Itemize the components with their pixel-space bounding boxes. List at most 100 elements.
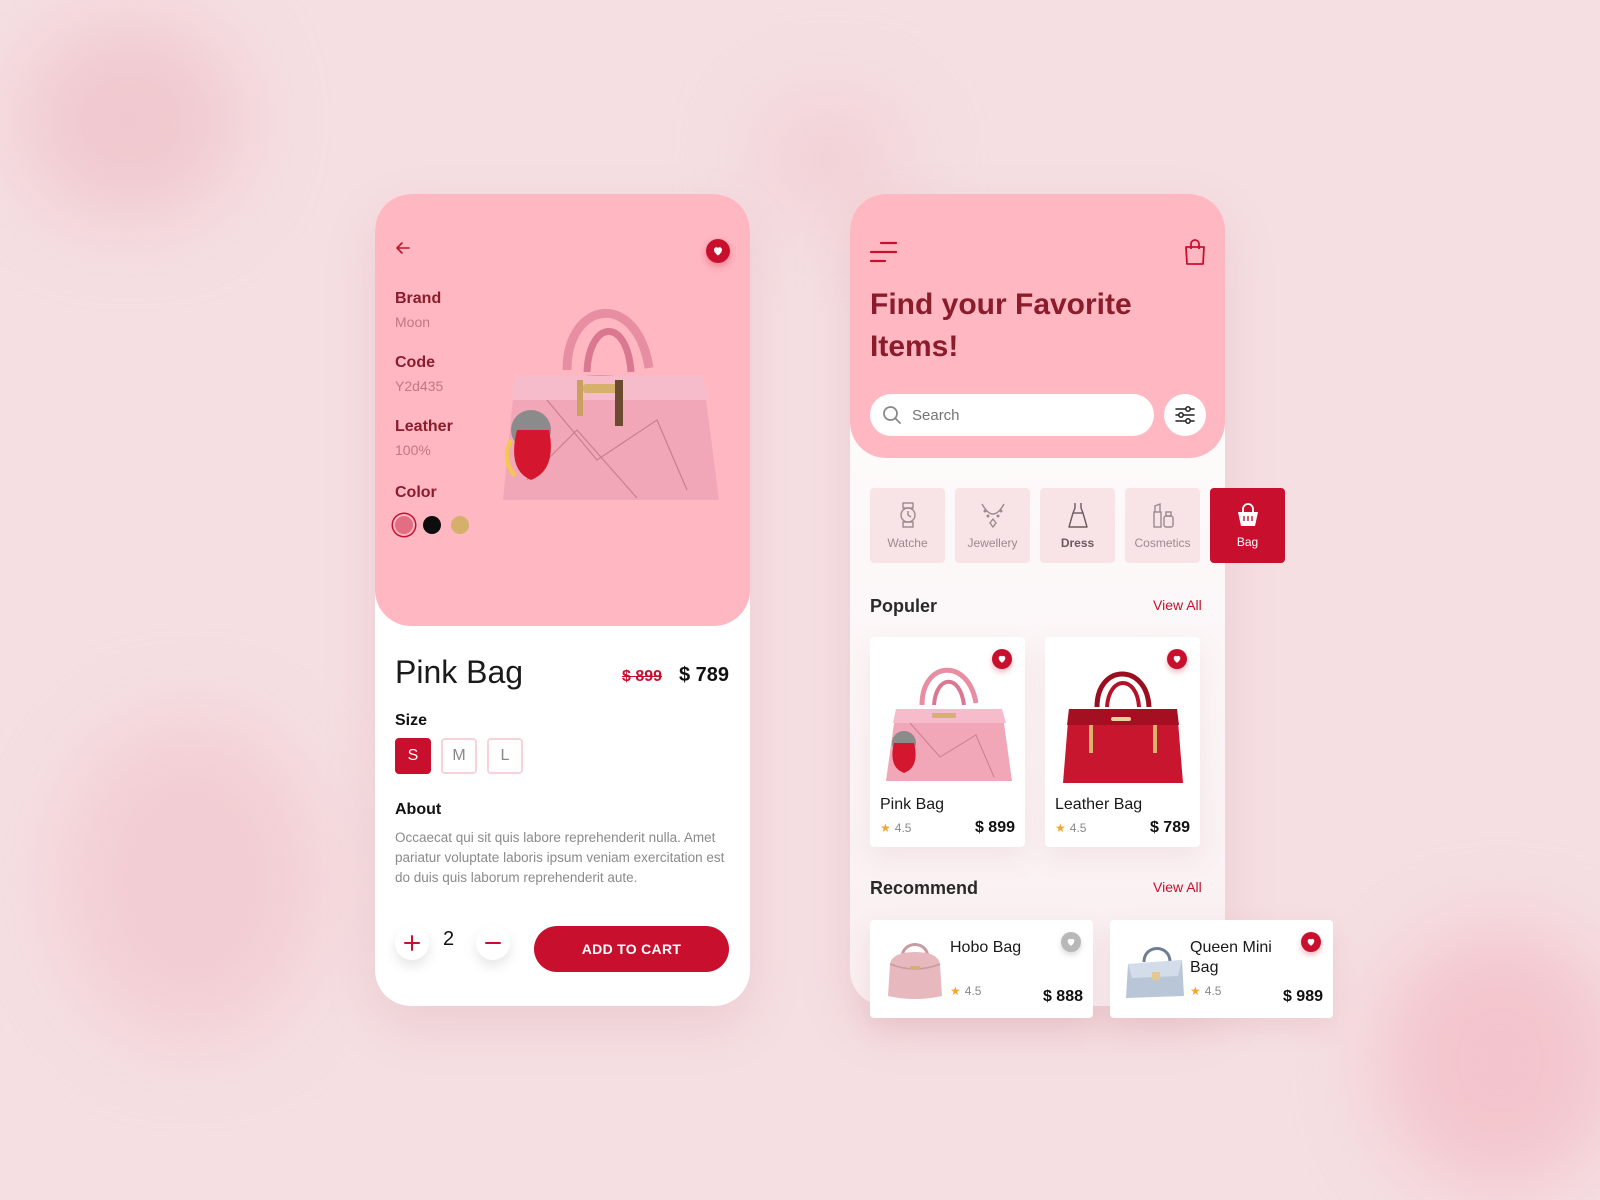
category-dress[interactable]: Dress bbox=[1040, 488, 1115, 563]
category-watch[interactable]: Watche bbox=[870, 488, 945, 563]
queen-mini-bag-image bbox=[1126, 947, 1184, 998]
size-option-m[interactable]: M bbox=[441, 738, 477, 774]
cosmetics-icon bbox=[1152, 502, 1174, 528]
popular-view-all-link[interactable]: View All bbox=[1153, 597, 1202, 613]
category-jewellery[interactable]: Jewellery bbox=[955, 488, 1030, 563]
product-hero: Brand Moon Code Y2d435 Leather 100% Colo… bbox=[375, 194, 750, 626]
code-value: Y2d435 bbox=[395, 378, 444, 394]
leather-label: Leather bbox=[395, 418, 453, 435]
category-bag[interactable]: Bag bbox=[1210, 488, 1285, 563]
star-icon: ★ bbox=[1190, 984, 1201, 998]
background-blob bbox=[60, 720, 320, 1040]
search-bar[interactable] bbox=[870, 394, 1154, 436]
quantity-decrease-button[interactable] bbox=[476, 926, 510, 960]
about-description: Occaecat qui sit quis labore reprehender… bbox=[395, 830, 725, 885]
shopping-bag-icon[interactable] bbox=[1183, 238, 1207, 266]
product-price: $ 888 bbox=[1042, 988, 1083, 1005]
recommend-view-all-link[interactable]: View All bbox=[1153, 879, 1202, 895]
necklace-icon bbox=[980, 503, 1005, 528]
category-label: Bag bbox=[1236, 534, 1259, 549]
quantity-value: 2 bbox=[443, 928, 455, 950]
brand-value: Moon bbox=[395, 314, 431, 330]
back-arrow-icon[interactable] bbox=[395, 240, 415, 260]
background-blob bbox=[20, 20, 240, 220]
size-selector: S M L bbox=[395, 738, 523, 774]
product-price: $ 899 bbox=[974, 819, 1015, 836]
product-price: $ 989 bbox=[1282, 988, 1323, 1005]
plus-icon bbox=[404, 935, 420, 951]
watch-icon bbox=[899, 501, 916, 528]
product-title: Pink Bag bbox=[395, 654, 524, 690]
star-icon: ★ bbox=[1055, 821, 1066, 835]
rating-value: 4.5 bbox=[964, 984, 982, 998]
favorite-heart-icon[interactable] bbox=[1301, 932, 1321, 952]
favorite-heart-icon[interactable] bbox=[992, 649, 1012, 669]
color-swatch-gold[interactable] bbox=[451, 516, 469, 534]
favorite-heart-icon[interactable] bbox=[706, 239, 730, 263]
recommended-product-card[interactable]: Hobo Bag ★ 4.5 $ 888 bbox=[870, 920, 1093, 1018]
color-swatch-black[interactable] bbox=[423, 516, 441, 534]
color-spec: Color bbox=[395, 484, 437, 502]
product-price: $ 789 bbox=[1149, 819, 1190, 836]
product-card[interactable]: Leather Bag ★ 4.5 $ 789 bbox=[1045, 637, 1200, 847]
popular-section-title: Populer bbox=[870, 596, 938, 616]
category-label: Dress bbox=[1060, 535, 1095, 550]
shop-home-screen: Find your Favorite Items! Watche Jewelle… bbox=[850, 194, 1333, 1018]
dress-icon bbox=[1067, 502, 1088, 528]
old-price: $ 899 bbox=[622, 668, 663, 685]
color-swatches bbox=[395, 516, 469, 534]
background-blob bbox=[1380, 930, 1600, 1190]
product-name: Hobo Bag bbox=[950, 939, 1022, 956]
product-rating: ★ 4.5 bbox=[1055, 821, 1086, 835]
brand-label: Brand bbox=[395, 290, 442, 307]
category-list: Watche Jewellery Dress Cosmetics Bag bbox=[870, 488, 1285, 563]
filter-button[interactable] bbox=[1164, 394, 1206, 436]
category-label: Watche bbox=[887, 535, 928, 550]
bag-icon bbox=[1237, 502, 1258, 526]
red-leather-bag-image bbox=[1063, 671, 1183, 783]
product-name: Pink Bag bbox=[880, 796, 945, 813]
sliders-icon bbox=[1175, 406, 1195, 424]
rating-value: 4.5 bbox=[1204, 984, 1222, 998]
quantity-increase-button[interactable] bbox=[395, 926, 429, 960]
color-label: Color bbox=[395, 484, 437, 501]
search-icon bbox=[883, 406, 901, 424]
size-option-l[interactable]: L bbox=[487, 738, 523, 774]
category-cosmetics[interactable]: Cosmetics bbox=[1125, 488, 1200, 563]
rating-value: 4.5 bbox=[1069, 821, 1087, 835]
menu-icon[interactable] bbox=[869, 238, 897, 266]
hobo-bag-image bbox=[888, 943, 942, 999]
size-option-s[interactable]: S bbox=[395, 738, 431, 774]
product-rating: ★ 4.5 bbox=[1190, 984, 1221, 998]
code-spec: Code Y2d435 bbox=[395, 354, 443, 394]
product-name: Queen Mini Bag bbox=[1190, 939, 1272, 976]
add-to-cart-button[interactable]: ADD TO CART bbox=[534, 926, 729, 972]
recommended-product-card[interactable]: Queen Mini Bag ★ 4.5 $ 989 bbox=[1110, 920, 1333, 1018]
search-input[interactable] bbox=[912, 406, 1132, 424]
brand-spec: Brand Moon bbox=[395, 290, 441, 330]
category-label: Jewellery bbox=[967, 535, 1018, 550]
favorite-heart-icon[interactable] bbox=[1167, 649, 1187, 669]
product-rating: ★ 4.5 bbox=[880, 821, 911, 835]
pink-handbag-image bbox=[886, 667, 1012, 781]
code-label: Code bbox=[395, 354, 435, 371]
pink-handbag-image bbox=[503, 308, 719, 500]
shop-header: Find your Favorite Items! bbox=[850, 194, 1225, 458]
leather-value: 100% bbox=[395, 442, 431, 458]
product-detail-screen: Brand Moon Code Y2d435 Leather 100% Colo… bbox=[375, 194, 750, 1006]
product-rating: ★ 4.5 bbox=[950, 984, 981, 998]
size-label: Size bbox=[395, 712, 428, 729]
color-swatch-pink[interactable] bbox=[395, 516, 413, 534]
rating-value: 4.5 bbox=[894, 821, 912, 835]
minus-icon bbox=[485, 942, 501, 944]
leather-spec: Leather 100% bbox=[395, 418, 453, 458]
category-label: Cosmetics bbox=[1134, 535, 1191, 550]
star-icon: ★ bbox=[950, 984, 961, 998]
recommend-section-title: Recommend bbox=[870, 878, 979, 898]
product-name: Leather Bag bbox=[1055, 796, 1143, 813]
about-label: About bbox=[395, 801, 442, 818]
favorite-heart-icon[interactable] bbox=[1061, 932, 1081, 952]
product-card[interactable]: Pink Bag ★ 4.5 $ 899 bbox=[870, 637, 1025, 847]
current-price: $ 789 bbox=[679, 664, 730, 686]
page-title: Find your Favorite Items! bbox=[870, 288, 1132, 363]
